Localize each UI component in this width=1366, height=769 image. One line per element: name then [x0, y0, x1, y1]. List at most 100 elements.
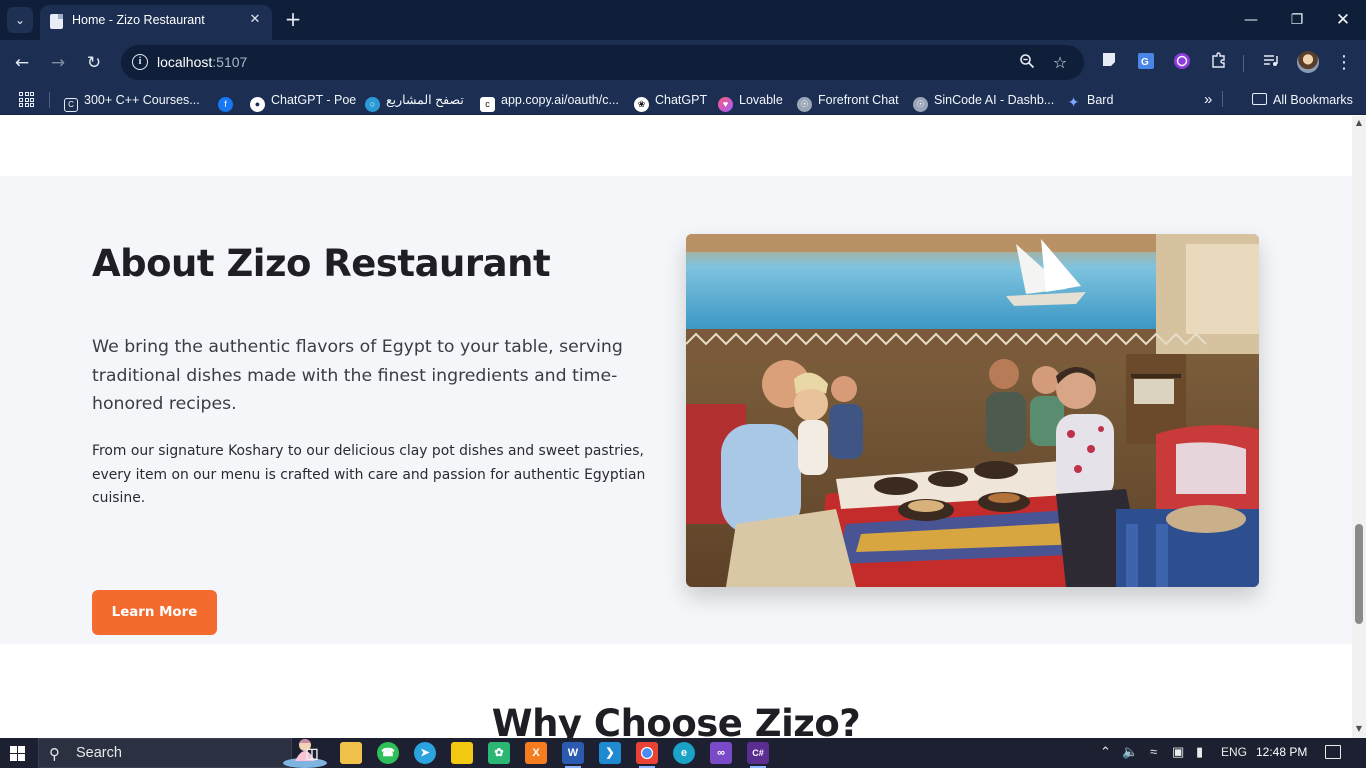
- about-heading: About Zizo Restaurant: [92, 242, 551, 285]
- new-tab-plus-icon[interactable]: +: [282, 8, 304, 30]
- scroll-down-arrow-icon[interactable]: ▼: [1352, 722, 1366, 736]
- translate-extension-icon[interactable]: G: [1135, 52, 1157, 74]
- bookmark-copy-ai[interactable]: c app.copy.ai/oauth/c...: [480, 91, 619, 112]
- xampp-icon[interactable]: X: [525, 742, 547, 764]
- window-minimize-icon[interactable]: —: [1238, 8, 1264, 32]
- word-icon[interactable]: W: [562, 742, 584, 768]
- bookmark-lovable[interactable]: ♥ Lovable: [718, 91, 783, 112]
- browser-toolbar: ← → ↻ i localhost:5107 ☆ G ⋮: [0, 40, 1366, 85]
- notes-extension-icon[interactable]: [1098, 52, 1120, 74]
- wifi-icon[interactable]: ≈: [1150, 744, 1157, 759]
- taskbar-search-box[interactable]: ⚲ Search: [38, 738, 327, 768]
- file-explorer-icon[interactable]: [340, 742, 362, 764]
- bookmark-label: Bard: [1087, 93, 1114, 107]
- language-indicator[interactable]: ENG: [1221, 745, 1247, 759]
- profile-avatar-icon[interactable]: [1297, 51, 1319, 73]
- browser-tab-bar: ⌄ Home - Zizo Restaurant ✕ + — ❐ ✕: [0, 0, 1366, 40]
- url-port: :5107: [212, 54, 248, 70]
- task-view-icon[interactable]: ◫: [301, 742, 323, 764]
- restaurant-photo: [686, 234, 1259, 587]
- bookmark-sincode[interactable]: ☉ SinCode AI - Dashb...: [913, 91, 1055, 112]
- page-scrollbar[interactable]: ▲ ▼: [1352, 116, 1366, 738]
- vscode-icon[interactable]: ❯: [599, 742, 621, 764]
- bookmark-label: Lovable: [739, 93, 783, 107]
- globe-icon: ☉: [913, 97, 928, 112]
- toolbar-divider: [1243, 55, 1244, 72]
- bookmark-bard[interactable]: ✦ Bard: [1066, 91, 1114, 110]
- bookmark-cpp-courses[interactable]: C 300+ C++ Courses...: [64, 91, 200, 112]
- telegram-icon[interactable]: ➤: [414, 742, 436, 764]
- browser-menu-kebab-icon[interactable]: ⋮: [1333, 52, 1355, 74]
- about-body-text: From our signature Koshary to our delici…: [92, 443, 646, 506]
- csharp-project-icon[interactable]: C#: [747, 742, 769, 768]
- courses-icon: C: [64, 98, 78, 112]
- bookmark-label: SinCode AI - Dashb...: [934, 93, 1055, 107]
- whatsapp-icon[interactable]: ☎: [377, 742, 399, 764]
- window-close-icon[interactable]: ✕: [1330, 8, 1356, 32]
- all-bookmarks-button[interactable]: All Bookmarks: [1252, 91, 1353, 109]
- learn-more-button[interactable]: Learn More: [92, 590, 217, 635]
- back-arrow-icon[interactable]: ←: [9, 50, 35, 76]
- xmind-icon[interactable]: ✿: [488, 742, 510, 764]
- poe-icon: ●: [250, 97, 265, 112]
- window-restore-icon[interactable]: ❐: [1284, 8, 1310, 32]
- notification-center-icon[interactable]: [1325, 745, 1341, 759]
- tab-search-chevron-icon[interactable]: ⌄: [7, 7, 33, 33]
- scrollbar-thumb[interactable]: [1355, 524, 1363, 624]
- url-host: localhost: [157, 54, 213, 70]
- windows-start-icon[interactable]: [10, 746, 25, 761]
- bookmarks-overflow-chevron-icon[interactable]: »: [1204, 91, 1212, 109]
- address-url[interactable]: localhost:5107: [157, 54, 247, 70]
- bookmark-label: تصفح المشاريع: [386, 93, 464, 107]
- volume-icon[interactable]: 🔈: [1122, 744, 1138, 760]
- bookmark-star-icon[interactable]: ☆: [1050, 53, 1070, 73]
- why-choose-heading: Why Choose Zizo?: [491, 702, 861, 738]
- tray-overflow-chevron-icon[interactable]: ⌃: [1100, 744, 1111, 760]
- bookmark-label: ChatGPT - Poe: [271, 93, 357, 107]
- bookmark-mostaql[interactable]: ○ تصفح المشاريع: [365, 91, 464, 112]
- bookmark-chatgpt[interactable]: ❀ ChatGPT: [634, 91, 708, 112]
- bookmark-label: Forefront Chat: [818, 93, 899, 107]
- scroll-up-arrow-icon[interactable]: ▲: [1352, 116, 1366, 130]
- zoom-magnifier-icon[interactable]: [1017, 53, 1037, 73]
- power-bi-icon[interactable]: [451, 742, 473, 764]
- bookmark-chatgpt-poe[interactable]: ● ChatGPT - Poe: [250, 91, 357, 112]
- chatgpt-icon: ❀: [634, 97, 649, 112]
- windows-taskbar: ⚲ Search ◫ ☎ ➤ ✿ X W ❯ e ∞ C# ⌃ 🔈 ≈ ▣ ▮ …: [0, 738, 1366, 768]
- svg-text:G: G: [1141, 57, 1149, 68]
- about-section: About Zizo Restaurant We bring the authe…: [0, 176, 1352, 644]
- site-info-icon[interactable]: i: [132, 54, 148, 70]
- forward-arrow-icon[interactable]: →: [45, 50, 71, 76]
- tab-close-icon[interactable]: ✕: [246, 11, 264, 29]
- purple-extension-icon[interactable]: [1171, 52, 1193, 74]
- page-viewport: About Zizo Restaurant We bring the authe…: [0, 116, 1352, 738]
- folder-icon: [1252, 93, 1267, 105]
- extensions-puzzle-icon[interactable]: [1207, 52, 1229, 74]
- bookmark-facebook[interactable]: f: [218, 91, 233, 112]
- bookmark-forefront[interactable]: ☉ Forefront Chat: [797, 91, 899, 112]
- tab-title: Home - Zizo Restaurant: [72, 13, 205, 27]
- lovable-icon: ♥: [718, 97, 733, 112]
- bookmark-label: app.copy.ai/oauth/c...: [501, 93, 619, 107]
- copyai-icon: c: [480, 97, 495, 112]
- all-bookmarks-label: All Bookmarks: [1273, 93, 1353, 107]
- bookmark-label: 300+ C++ Courses...: [84, 93, 200, 107]
- page-favicon-icon: [50, 14, 63, 29]
- visual-studio-icon[interactable]: ∞: [710, 742, 732, 764]
- address-bar[interactable]: i localhost:5107 ☆: [121, 45, 1084, 80]
- reload-icon[interactable]: ↻: [81, 50, 107, 76]
- taskbar-search-label: Search: [76, 745, 122, 761]
- taskbar-clock[interactable]: 12:48 PM: [1256, 745, 1307, 759]
- apps-grid-icon[interactable]: [19, 92, 34, 107]
- edge-icon[interactable]: e: [673, 742, 695, 764]
- meet-camera-icon[interactable]: ▣: [1172, 744, 1184, 760]
- browser-tab-active[interactable]: Home - Zizo Restaurant ✕: [40, 5, 272, 40]
- globe-icon: ☉: [797, 97, 812, 112]
- battery-icon[interactable]: ▮: [1196, 744, 1203, 760]
- media-controls-icon[interactable]: [1260, 52, 1282, 74]
- bard-sparkle-icon: ✦: [1067, 94, 1080, 110]
- mostaql-icon: ○: [365, 97, 380, 112]
- bookmark-label: ChatGPT: [655, 93, 708, 107]
- chrome-icon[interactable]: [636, 742, 658, 768]
- bookmarks-divider: [49, 92, 50, 108]
